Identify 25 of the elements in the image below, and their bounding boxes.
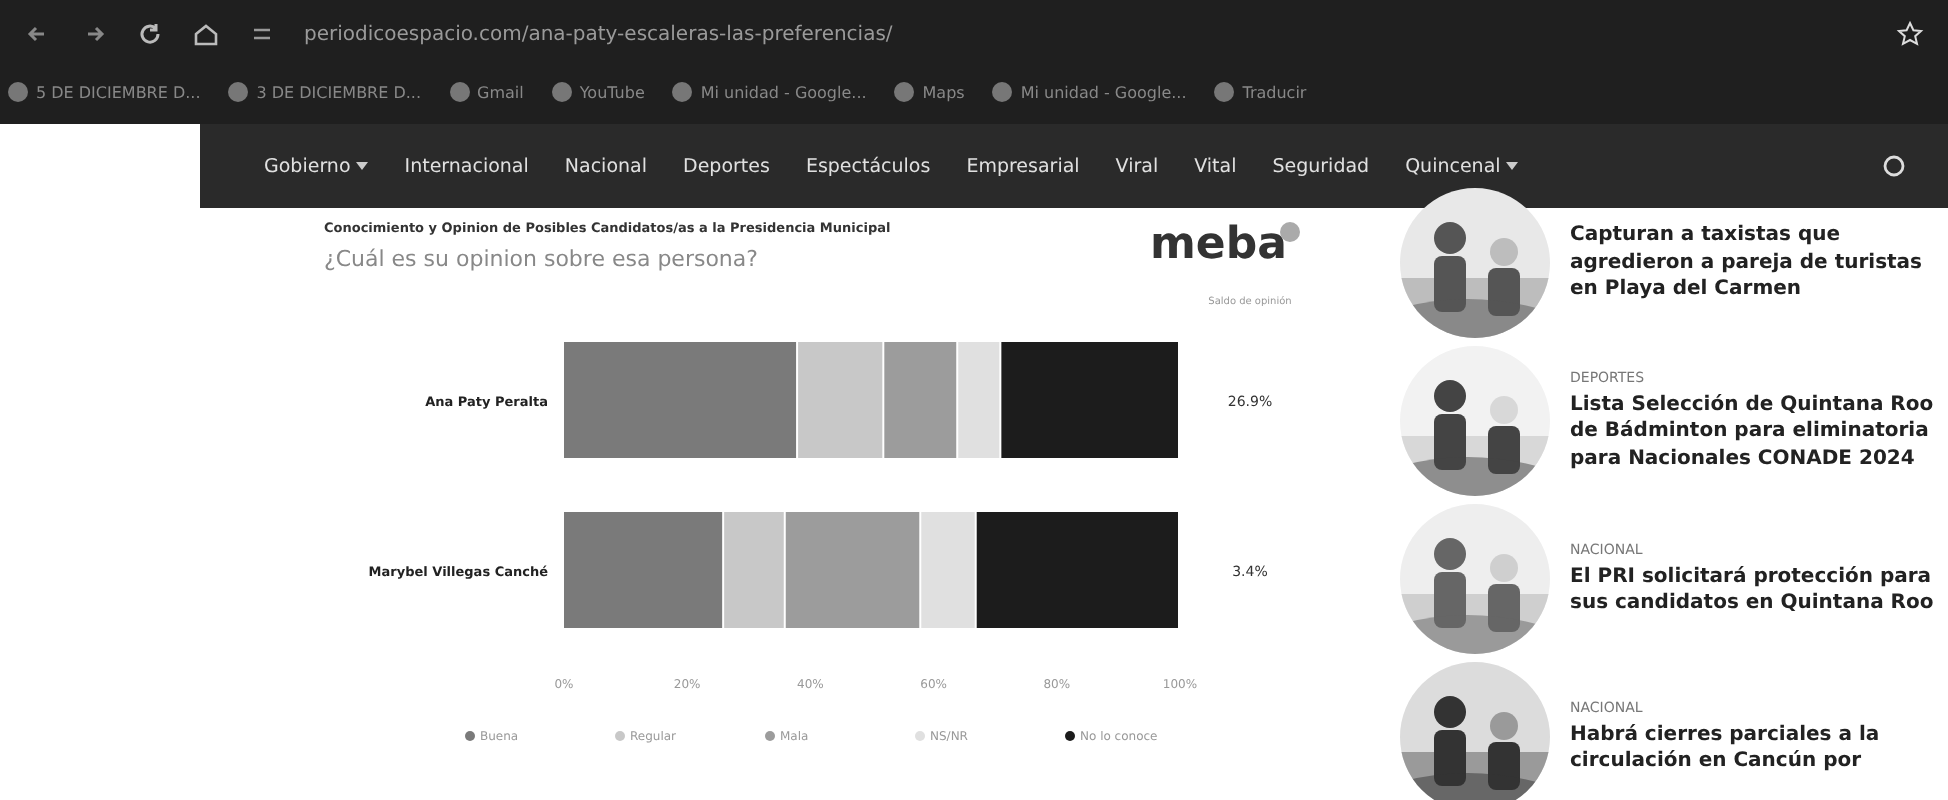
nav-link[interactable]: Internacional	[404, 155, 529, 177]
bookmark[interactable]: Maps	[894, 82, 965, 102]
nav-link[interactable]: Viral	[1115, 155, 1159, 177]
bookmark[interactable]: Gmail	[449, 82, 524, 102]
bookmark[interactable]: Traducir	[1214, 82, 1307, 102]
nav-link[interactable]: Gobierno	[264, 155, 369, 177]
bookmark[interactable]: YouTube	[551, 82, 645, 102]
bookmark[interactable]: Mi unidad - Google...	[992, 82, 1187, 102]
nav-link[interactable]: Quincenal	[1405, 155, 1519, 177]
nav-link[interactable]: Vital	[1194, 155, 1237, 177]
nav-link[interactable]: Deportes	[683, 155, 770, 177]
logo: meba	[1150, 220, 1287, 270]
headline-link[interactable]: Habrá cierres parciales a la circulación en Cancún por	[1570, 721, 1940, 775]
headline-link[interactable]: El PRI solicitará protección para sus candidatos en Quintana Roo	[1570, 563, 1940, 617]
address-field[interactable]: periodicoespacio.com/ana-paty-escaleras-las-preferencias/	[304, 23, 893, 45]
nav-link[interactable]: Nacional	[564, 155, 647, 177]
bookmark[interactable]: 3 DE DICIEMBRE D...	[228, 82, 421, 102]
bookmark[interactable]: 5 DE DICIEMBRE D...	[8, 82, 201, 102]
headline-link[interactable]: Capturan a taxistas que agredieron a pareja de turistas en Playa del Carmen	[1570, 222, 1940, 304]
headline-link[interactable]: Lista Selección de Quintana Roo de Bádminton para eliminatoria para Nacionales CONADE 2024	[1570, 391, 1940, 473]
nav-link[interactable]: Empresarial	[966, 155, 1080, 177]
chart-question: ¿Cuál es su opinion sobre esa persona?	[324, 246, 758, 272]
bookmark[interactable]: Mi unidad - Google...	[672, 82, 867, 102]
nav-link[interactable]: Seguridad	[1272, 155, 1370, 177]
nav-link[interactable]: Espectáculos	[805, 155, 931, 177]
